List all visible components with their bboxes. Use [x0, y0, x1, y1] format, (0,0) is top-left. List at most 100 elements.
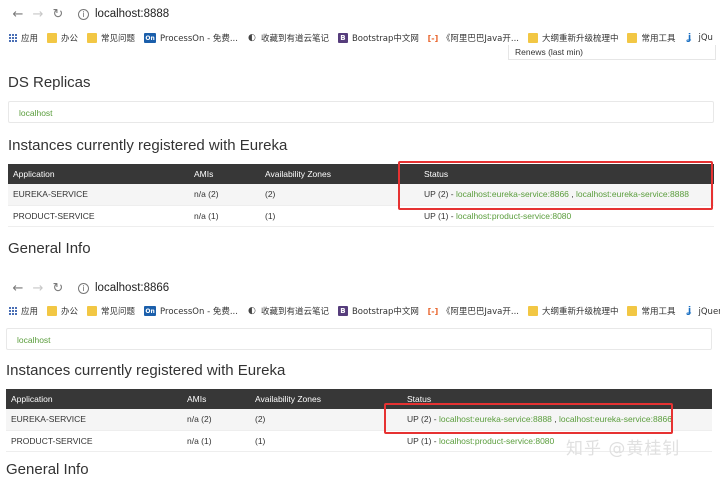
bookmark-item[interactable]: On ProcessOn - 免费...	[144, 32, 238, 44]
reload-icon[interactable]: ↻	[48, 4, 68, 24]
bookmark-label: 大纲重新升级梳理中	[541, 34, 619, 44]
bookmark-item[interactable]: 常见问题	[87, 32, 135, 44]
address-bar: ← → ↻ i localhost:8866	[0, 274, 720, 302]
status-text: UP (1) -	[407, 435, 439, 446]
bookmark-item[interactable]: ʝ jQu	[685, 33, 713, 43]
back-arrow-icon[interactable]: ←	[8, 278, 28, 298]
bookmark-item[interactable]: ◐ 收藏到有道云笔记	[247, 305, 329, 317]
alibaba-icon: [-]	[427, 306, 439, 316]
bookmark-label: 《阿里巴巴Java开...	[441, 307, 519, 317]
forward-arrow-icon[interactable]: →	[28, 4, 48, 24]
cell-zones: (2)	[250, 409, 402, 431]
highlight-box	[384, 403, 673, 434]
cell-zones: (2)	[260, 184, 419, 206]
bookmark-item[interactable]: 常用工具	[627, 305, 676, 317]
bookmark-label: 办公	[61, 307, 79, 317]
bookmark-label: 收藏到有道云笔记	[260, 34, 329, 44]
col-header-amis: AMIs	[189, 164, 260, 184]
processon-icon: On	[144, 33, 157, 43]
cell-zones: (1)	[260, 205, 419, 227]
replica-link[interactable]: localhost	[17, 335, 51, 345]
folder-icon	[87, 306, 98, 316]
bookmark-label: 常用工具	[641, 34, 676, 44]
jquery-icon: ʝ	[687, 33, 692, 43]
replica-panel: localhost	[6, 328, 712, 350]
bookmark-label: 应用	[21, 307, 39, 317]
bookmark-label: 应用	[21, 34, 39, 44]
reload-icon[interactable]: ↻	[48, 278, 68, 298]
bookmarks-bar: 应用 办公 常见问题 On ProcessOn - 免费... ◐ 收藏到有道云笔记 B Boo…	[0, 301, 720, 321]
apps-grid-icon	[8, 33, 17, 43]
bookmark-item[interactable]: 常见问题	[87, 305, 135, 317]
bookmark-label: 大纲重新升级梳理中	[541, 307, 619, 317]
back-arrow-icon[interactable]: ←	[8, 4, 28, 24]
bookmark-label: 《阿里巴巴Java开...	[441, 34, 519, 44]
status-text: UP (1) -	[424, 210, 456, 221]
bookmark-label: Bootstrap中文网	[351, 34, 419, 44]
cell-application: PRODUCT-SERVICE	[6, 430, 182, 452]
bookmark-label: Bootstrap中文网	[351, 307, 419, 317]
general-info-heading: General Info	[6, 461, 89, 477]
address-bar: ← → ↻ i localhost:8888	[0, 0, 720, 28]
bootstrap-icon: B	[337, 33, 348, 43]
info-icon[interactable]: i	[78, 282, 89, 294]
cell-application: EUREKA-SERVICE	[6, 409, 182, 431]
bookmark-item[interactable]: 大纲重新升级梳理中	[527, 32, 619, 44]
bookmark-item[interactable]: 大纲重新升级梳理中	[527, 305, 619, 317]
bookmark-label: 收藏到有道云笔记	[260, 307, 329, 317]
bookmark-item[interactable]: ◐ 收藏到有道云笔记	[247, 32, 329, 44]
jquery-icon: ʝ	[687, 306, 692, 316]
bookmark-item[interactable]: [-] 《阿里巴巴Java开...	[427, 305, 519, 318]
bookmark-item[interactable]: [-] 《阿里巴巴Java开...	[427, 32, 519, 45]
bookmark-item[interactable]: 应用	[8, 305, 38, 317]
folder-icon	[627, 33, 638, 43]
bookmark-item[interactable]: 办公	[47, 32, 78, 44]
bookmark-label: 常用工具	[641, 307, 676, 317]
url-text[interactable]: localhost:8888	[95, 8, 169, 20]
cell-amis: n/a (1)	[189, 205, 260, 227]
replica-link[interactable]: localhost	[19, 108, 53, 118]
instance-link[interactable]: localhost:product-service:8080	[456, 211, 571, 221]
bookmark-item[interactable]: On ProcessOn - 免费...	[144, 305, 238, 317]
instances-heading: Instances currently registered with Eure…	[6, 362, 286, 379]
url-text[interactable]: localhost:8866	[95, 282, 169, 294]
highlight-box	[398, 161, 713, 210]
bookmark-item[interactable]: B Bootstrap中文网	[337, 32, 419, 44]
replica-panel: localhost	[8, 101, 714, 123]
url-field[interactable]: i localhost:8866	[78, 282, 169, 294]
instance-link[interactable]: localhost:product-service:8080	[439, 436, 554, 446]
col-header-application: Application	[8, 164, 189, 184]
bookmark-label: jQu	[698, 33, 713, 43]
info-icon[interactable]: i	[78, 8, 89, 20]
general-info-heading: General Info	[8, 240, 91, 257]
folder-icon	[87, 33, 98, 43]
zhihu-watermark: 知乎 @黄桂钊	[566, 439, 681, 459]
ds-replicas-heading: DS Replicas	[8, 74, 91, 91]
folder-icon	[627, 306, 638, 316]
browser-window-8888: ← → ↻ i localhost:8888 应用 办公 常见问题 On Process…	[0, 0, 720, 266]
cell-application: EUREKA-SERVICE	[8, 184, 189, 206]
globe-icon: ◐	[248, 306, 256, 316]
forward-arrow-icon[interactable]: →	[28, 278, 48, 298]
bookmark-item[interactable]: 办公	[47, 305, 78, 317]
cell-amis: n/a (1)	[182, 430, 250, 452]
cell-amis: n/a (2)	[182, 409, 250, 431]
bootstrap-icon: B	[337, 306, 348, 316]
col-header-zones: Availability Zones	[250, 389, 402, 409]
bookmark-item[interactable]: ʝ jQuery API 中	[685, 305, 720, 317]
col-header-zones: Availability Zones	[260, 164, 419, 184]
apps-grid-icon	[8, 306, 17, 316]
alibaba-icon: [-]	[427, 33, 439, 43]
cell-zones: (1)	[250, 430, 402, 452]
folder-icon	[527, 306, 538, 316]
cell-application: PRODUCT-SERVICE	[8, 205, 189, 227]
url-field[interactable]: i localhost:8888	[78, 8, 169, 20]
folder-icon	[47, 306, 58, 316]
bookmark-item[interactable]: 应用	[8, 32, 38, 44]
renews-tooltip: Renews (last min)	[508, 45, 716, 60]
bookmark-item[interactable]: B Bootstrap中文网	[337, 305, 419, 317]
folder-icon	[47, 33, 58, 43]
col-header-amis: AMIs	[182, 389, 250, 409]
bookmark-item[interactable]: 常用工具	[627, 32, 676, 44]
bookmark-label: 常见问题	[101, 307, 136, 317]
